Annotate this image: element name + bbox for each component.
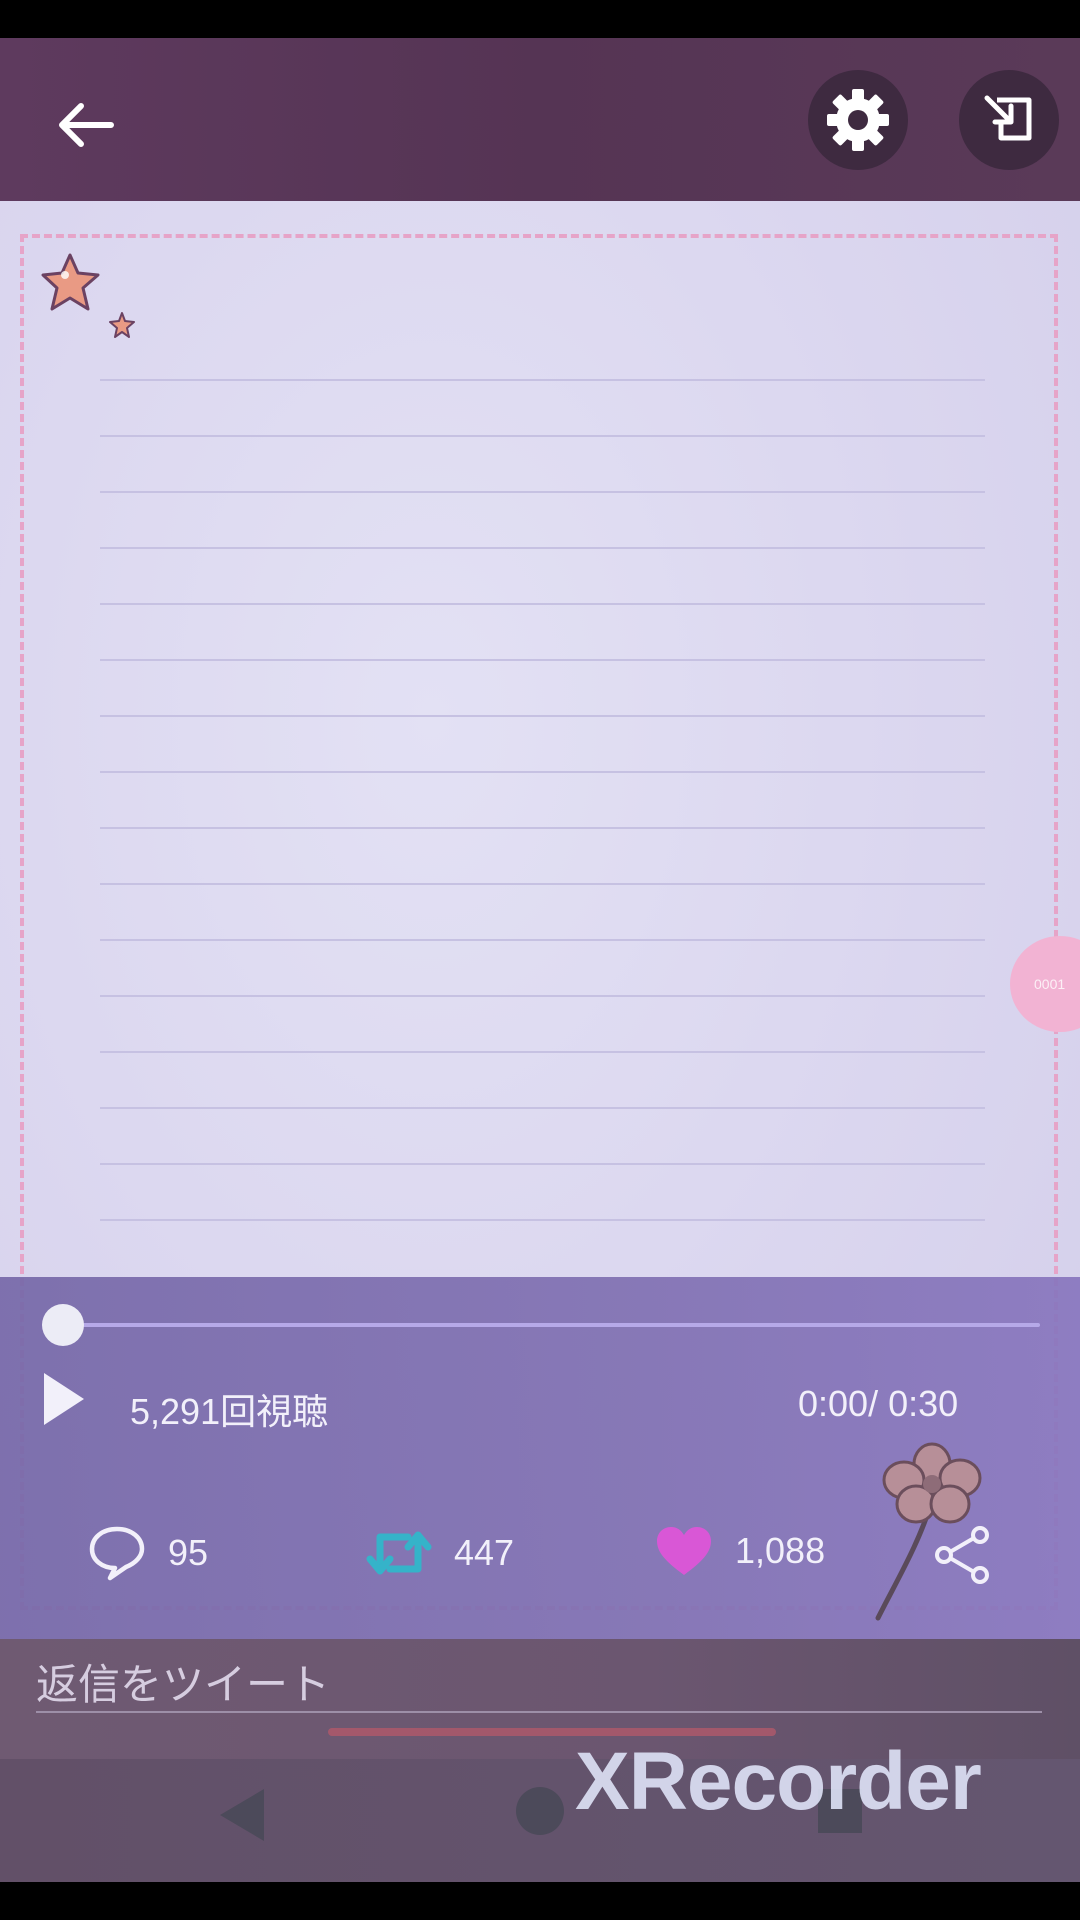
seek-thumb[interactable] (42, 1304, 84, 1346)
popout-icon (984, 95, 1032, 141)
star-icon (41, 253, 100, 311)
seek-bar[interactable] (62, 1323, 1040, 1327)
view-count: 5,291回視聴 (130, 1391, 329, 1432)
reply-button[interactable]: 95 (88, 1525, 208, 1581)
reply-count: 95 (168, 1532, 209, 1573)
like-button[interactable]: 1,088 (655, 1525, 825, 1577)
settings-button[interactable] (808, 70, 908, 170)
arrow-left-icon (59, 103, 114, 147)
share-icon[interactable] (934, 1525, 992, 1585)
popout-button[interactable] (959, 70, 1059, 170)
screen: 0001 5,291回視聴 0:00/ 0:30 95 447 1,088 返信… (0, 38, 1080, 1882)
comment-icon (89, 1526, 145, 1581)
heart-icon (657, 1527, 711, 1575)
back-button[interactable] (40, 80, 130, 170)
retweet-count: 447 (454, 1532, 515, 1573)
retweet-button[interactable]: 447 (366, 1525, 514, 1581)
ruled-lines (100, 325, 985, 1225)
playback-time: 0:00/ 0:30 (798, 1383, 959, 1424)
retweet-icon (366, 1531, 432, 1575)
nav-back-icon[interactable] (214, 1785, 270, 1845)
recorder-watermark: XRecorder (575, 1736, 982, 1827)
top-app-bar (0, 38, 1080, 201)
reply-input-placeholder[interactable]: 返信をツイート (36, 1651, 330, 1712)
nav-home-icon[interactable] (516, 1787, 564, 1835)
reply-underline (36, 1711, 1042, 1713)
play-icon[interactable] (40, 1369, 88, 1429)
player-overlay: 5,291回視聴 0:00/ 0:30 95 447 1,088 (0, 1277, 1080, 1639)
gear-icon (827, 89, 889, 151)
like-count: 1,088 (735, 1530, 826, 1571)
side-tab-label: 0001 (1034, 976, 1066, 992)
small-star-icon (109, 312, 135, 338)
